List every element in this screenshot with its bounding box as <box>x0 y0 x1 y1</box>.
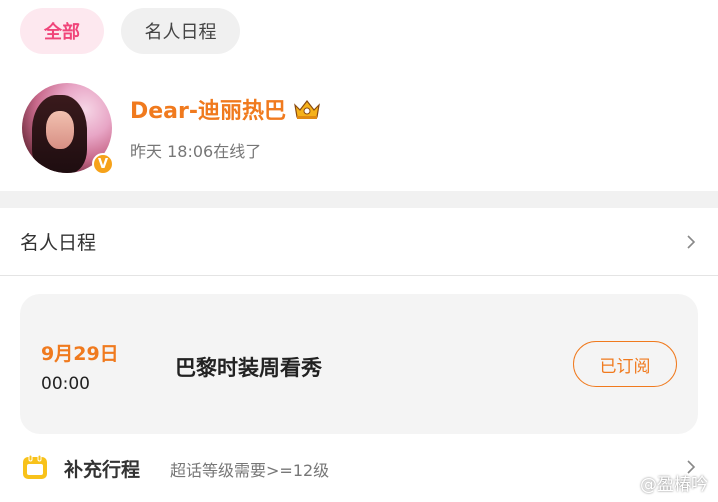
watermark-text: @盈椿吟 <box>640 475 708 495</box>
section-divider <box>0 191 718 208</box>
weibo-logo-icon <box>614 475 635 492</box>
online-status: 昨天 18:06在线了 <box>130 142 262 161</box>
subscribed-button[interactable]: 已订阅 <box>573 341 677 387</box>
supplement-label: 补充行程 <box>64 459 141 481</box>
event-time: 00:00 <box>41 374 90 394</box>
tab-celebrity-schedule[interactable]: 名人日程 <box>121 8 240 54</box>
section-title: 名人日程 <box>20 232 97 254</box>
event-title: 巴黎时装周看秀 <box>175 356 322 380</box>
username[interactable]: Dear-迪丽热巴 <box>130 93 322 125</box>
chevron-right-icon <box>687 235 696 249</box>
add-schedule-row[interactable]: 补充行程 超话等级需要>=12级 <box>0 446 718 488</box>
tab-all[interactable]: 全部 <box>20 8 104 54</box>
celebrity-schedule-row[interactable]: 名人日程 <box>0 208 718 276</box>
crown-icon <box>294 100 320 119</box>
avatar[interactable]: V <box>22 83 114 175</box>
schedule-card: 9月29日 00:00 巴黎时装周看秀 已订阅 <box>20 294 698 434</box>
verified-badge-icon: V <box>92 153 114 175</box>
username-text: Dear-迪丽热巴 <box>130 99 287 124</box>
event-date: 9月29日 <box>41 343 119 365</box>
watermark: @盈椿吟 <box>614 470 708 495</box>
calendar-icon <box>23 454 47 479</box>
supplement-note: 超话等级需要>=12级 <box>170 461 330 480</box>
